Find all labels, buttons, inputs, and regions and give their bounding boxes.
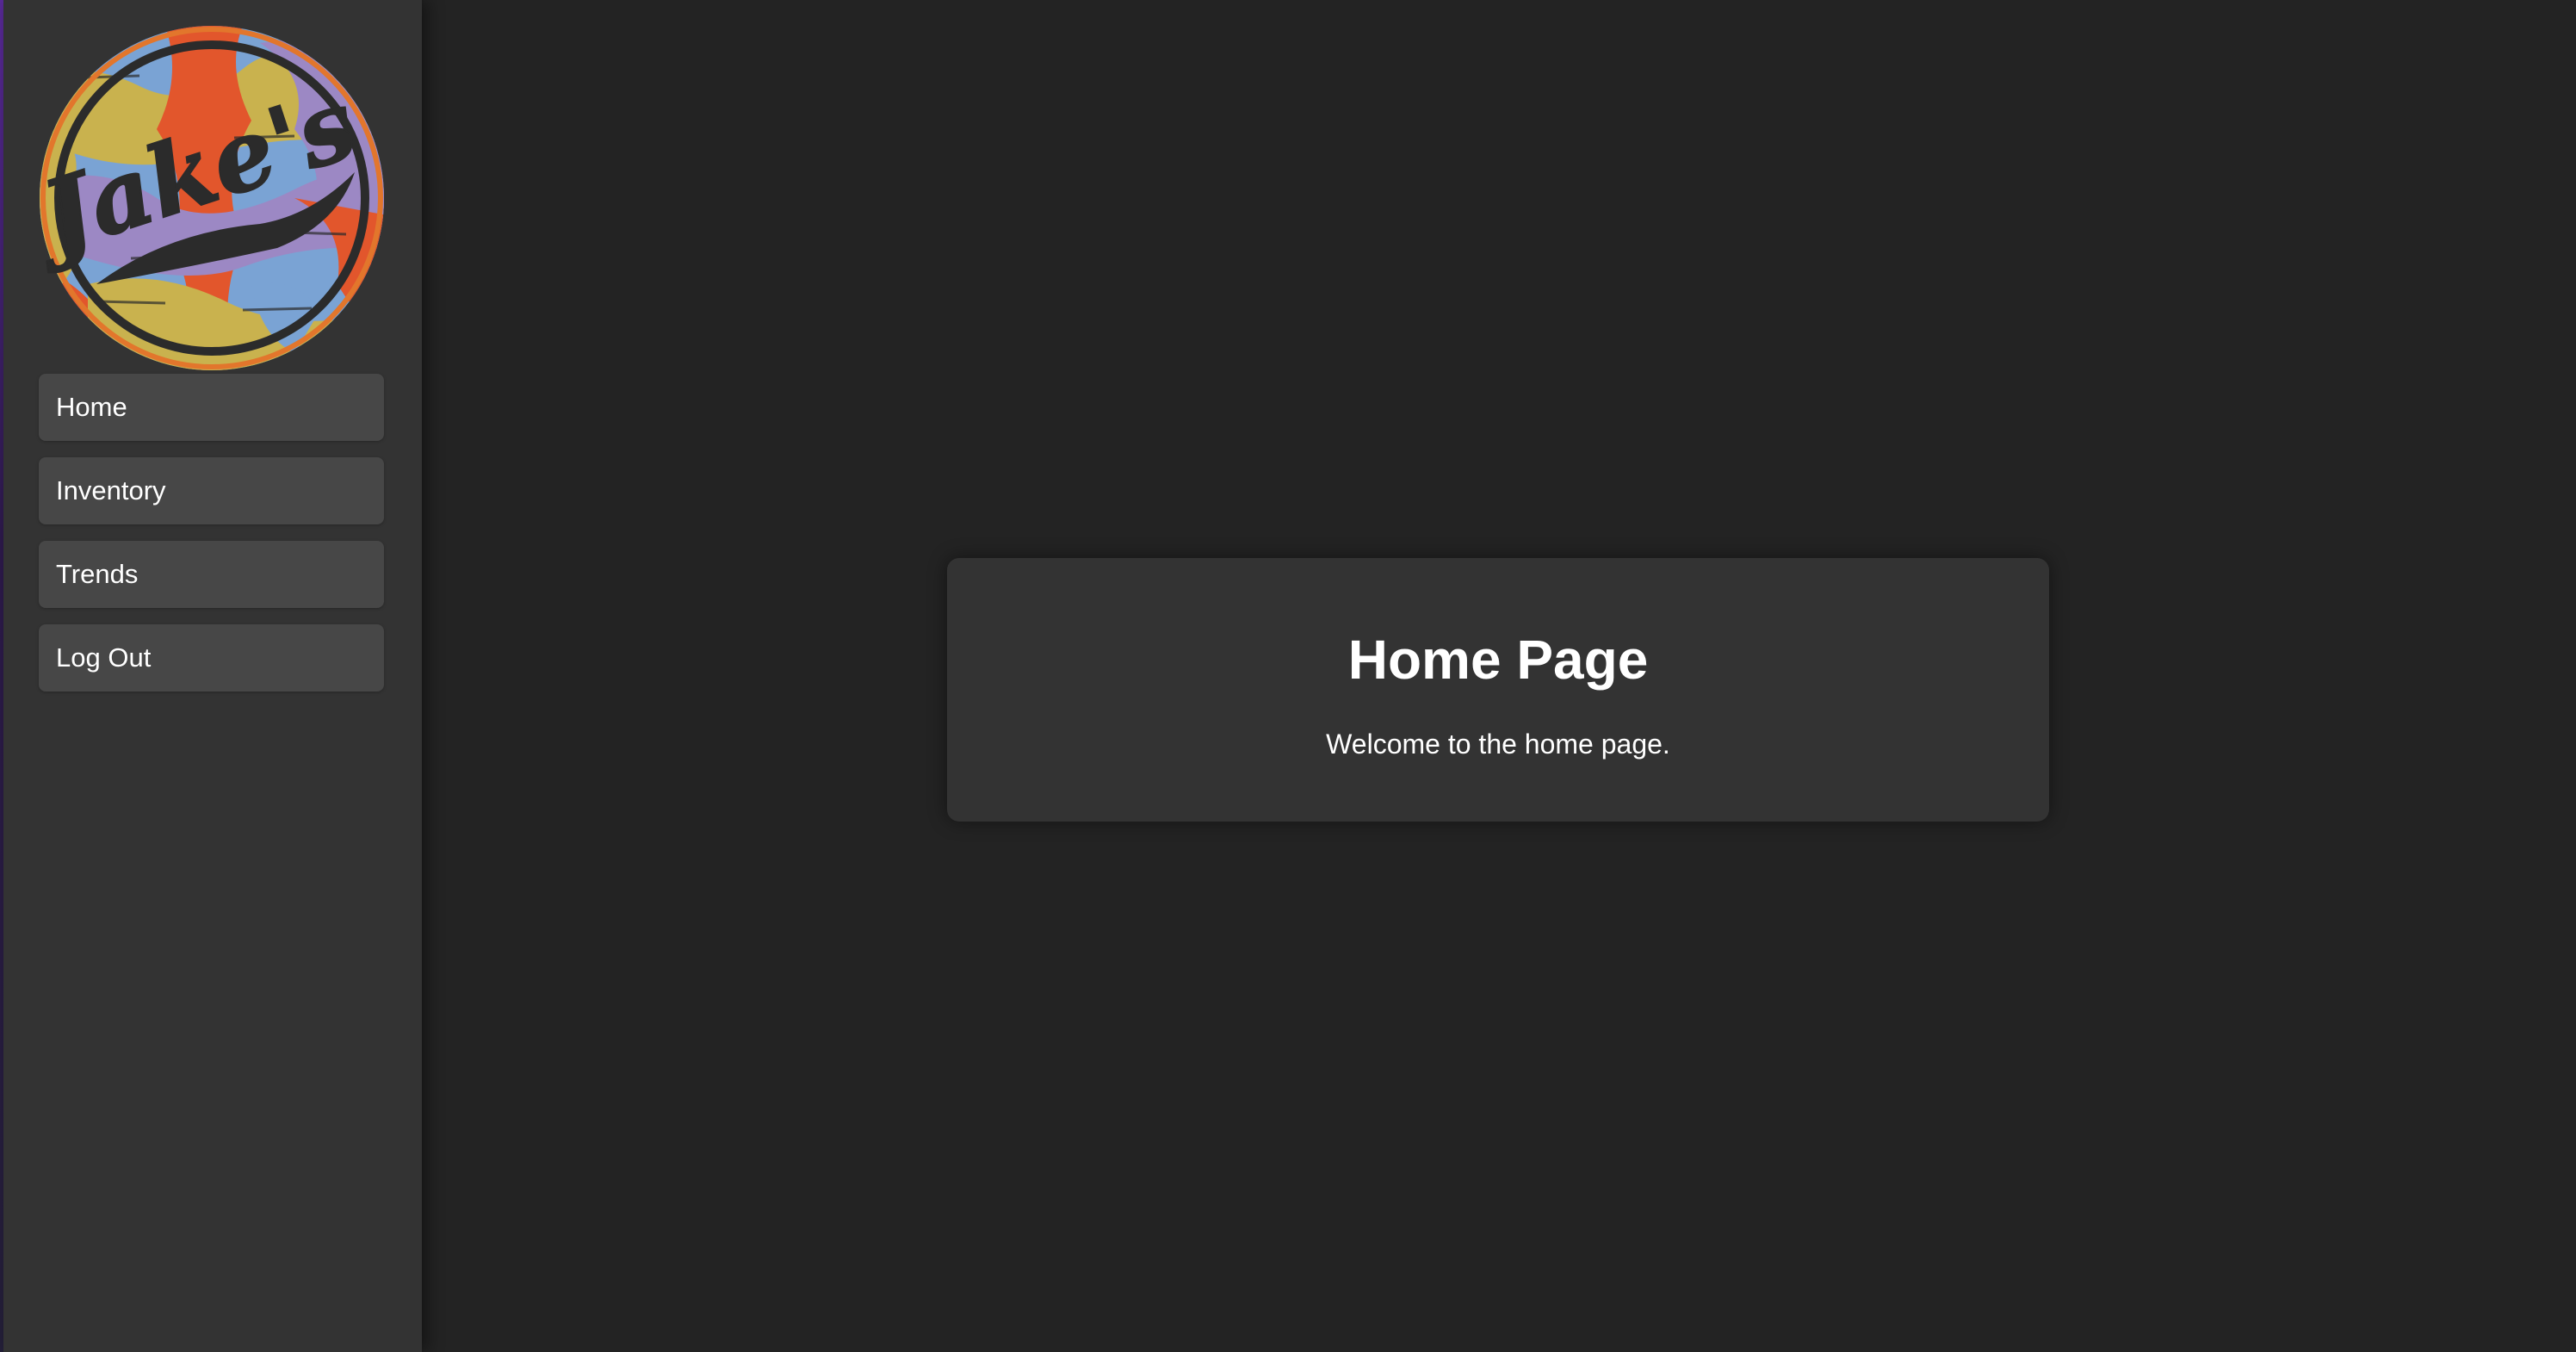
sidebar-item-home[interactable]: Home (39, 374, 384, 441)
welcome-message: Welcome to the home page. (1326, 729, 1670, 760)
app-window: Jake's Home Inventory Trends Log Out Hom… (0, 0, 2576, 1352)
sidebar: Jake's Home Inventory Trends Log Out (3, 0, 422, 1352)
jakes-logo: Jake's (36, 26, 387, 370)
sidebar-item-log-out[interactable]: Log Out (39, 624, 384, 692)
home-card: Home Page Welcome to the home page. (947, 558, 2049, 822)
sidebar-item-inventory[interactable]: Inventory (39, 457, 384, 524)
logo-image: Jake's (36, 26, 384, 370)
sidebar-nav: Home Inventory Trends Log Out (39, 374, 384, 708)
main-content: Home Page Welcome to the home page. (422, 0, 2576, 1352)
page-title: Home Page (1347, 629, 1649, 691)
sidebar-item-trends[interactable]: Trends (39, 541, 384, 608)
